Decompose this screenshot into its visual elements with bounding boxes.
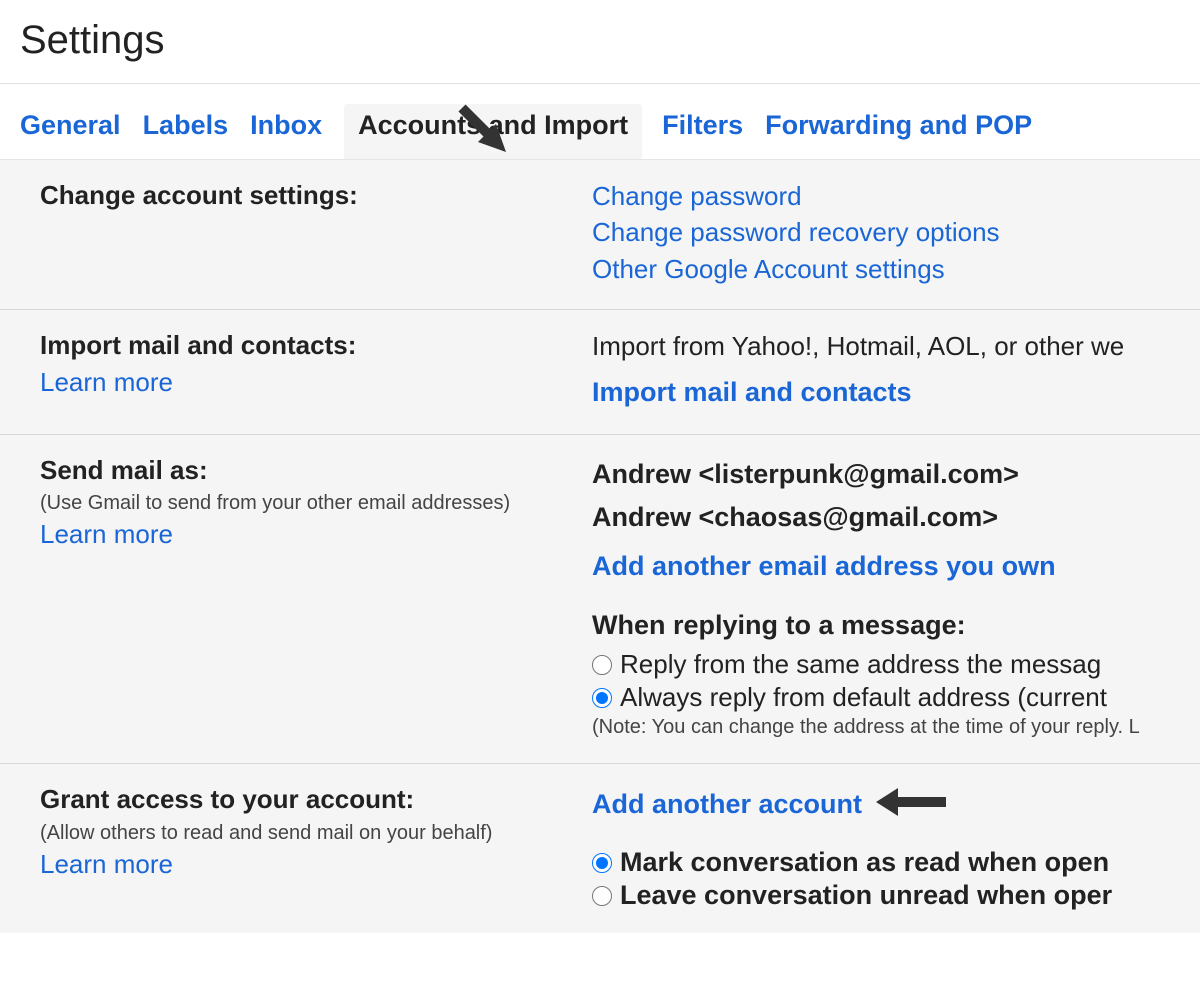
link-other-google-settings[interactable]: Other Google Account settings	[592, 251, 1180, 287]
arrow-left-icon	[872, 782, 950, 827]
section-grant-access: Grant access to your account: (Allow oth…	[0, 764, 1200, 933]
tab-accounts-import[interactable]: Accounts and Import	[344, 104, 642, 159]
radio-reply-default-address[interactable]	[592, 688, 612, 708]
grant-access-heading: Grant access to your account:	[40, 782, 592, 817]
send-mail-as-subtext: (Use Gmail to send from your other email…	[40, 492, 592, 515]
section-import-mail: Import mail and contacts: Learn more Imp…	[0, 310, 1200, 435]
radio-mark-read[interactable]	[592, 853, 612, 873]
send-mail-as-heading: Send mail as:	[40, 453, 592, 488]
link-change-password[interactable]: Change password	[592, 178, 1180, 214]
send-mail-addr-2: Andrew <chaosas@gmail.com>	[592, 496, 1180, 539]
link-recovery-options[interactable]: Change password recovery options	[592, 214, 1180, 250]
reply-note: (Note: You can change the address at the…	[592, 713, 1180, 741]
label-mark-read[interactable]: Mark conversation as read when open	[620, 847, 1109, 878]
link-add-another-account[interactable]: Add another account	[592, 785, 862, 824]
grant-access-learn-more[interactable]: Learn more	[40, 849, 592, 880]
tabs-bar: General Labels Inbox Accounts and Import…	[0, 84, 1200, 160]
tab-filters[interactable]: Filters	[662, 104, 765, 159]
change-account-heading: Change account settings:	[40, 178, 592, 213]
tab-labels[interactable]: Labels	[143, 104, 251, 159]
radio-leave-unread[interactable]	[592, 886, 612, 906]
reply-heading: When replying to a message:	[592, 604, 1180, 647]
section-change-account: Change account settings: Change password…	[0, 160, 1200, 310]
link-add-another-email[interactable]: Add another email address you own	[592, 547, 1180, 586]
tab-general[interactable]: General	[20, 104, 143, 159]
send-mail-as-learn-more[interactable]: Learn more	[40, 519, 592, 550]
section-send-mail-as: Send mail as: (Use Gmail to send from yo…	[0, 435, 1200, 765]
label-reply-same-address[interactable]: Reply from the same address the messag	[620, 649, 1101, 680]
send-mail-addr-1: Andrew <listerpunk@gmail.com>	[592, 453, 1180, 496]
tab-inbox[interactable]: Inbox	[250, 104, 344, 159]
label-leave-unread[interactable]: Leave conversation unread when oper	[620, 880, 1112, 911]
grant-access-subtext: (Allow others to read and send mail on y…	[40, 822, 592, 845]
tab-forwarding-pop[interactable]: Forwarding and POP	[765, 104, 1054, 159]
import-mail-heading: Import mail and contacts:	[40, 328, 592, 363]
radio-reply-same-address[interactable]	[592, 655, 612, 675]
page-title: Settings	[0, 0, 1200, 83]
label-reply-default-address[interactable]: Always reply from default address (curre…	[620, 682, 1107, 713]
import-mail-desc: Import from Yahoo!, Hotmail, AOL, or oth…	[592, 328, 1180, 364]
link-import-mail-contacts[interactable]: Import mail and contacts	[592, 373, 1180, 412]
import-mail-learn-more[interactable]: Learn more	[40, 367, 592, 398]
